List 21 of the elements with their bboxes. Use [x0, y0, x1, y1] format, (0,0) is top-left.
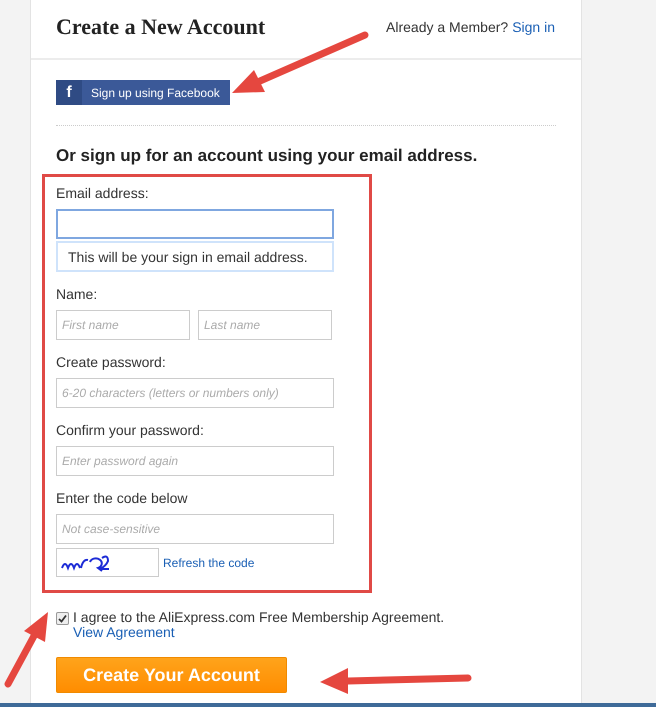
text-field[interactable]: Not case-sensitive — [56, 514, 334, 544]
text-field[interactable] — [56, 209, 334, 239]
member-prompt: Already a Member? — [386, 19, 508, 35]
agreement-checkbox[interactable] — [56, 612, 69, 625]
name-field[interactable]: Last name — [198, 310, 332, 340]
name-field[interactable]: First name — [56, 310, 190, 340]
page-title: Create a New Account — [56, 14, 266, 40]
refresh-code-link[interactable]: Refresh the code — [163, 556, 254, 570]
field-label: Create password: — [56, 354, 166, 370]
view-agreement-link[interactable]: View Agreement — [73, 624, 175, 640]
section-heading: Or sign up for an account using your email address. — [56, 146, 478, 166]
hint-tooltip: This will be your sign in email address. — [56, 241, 334, 272]
text-field[interactable]: Enter password again — [56, 446, 334, 476]
field-label: Enter the code below — [56, 490, 188, 506]
sign-in-link[interactable]: Sign in — [512, 19, 555, 35]
field-label: Name: — [56, 286, 98, 302]
agreement-text: I agree to the AliExpress.com Free Membership Agreement. View Agreement — [73, 610, 446, 640]
facebook-signup-button[interactable]: f Sign up using Facebook — [56, 80, 230, 105]
field-label: Email address: — [56, 185, 149, 201]
text-field[interactable]: 6-20 characters (letters or numbers only) — [56, 378, 334, 408]
field-label: Confirm your password: — [56, 422, 204, 438]
